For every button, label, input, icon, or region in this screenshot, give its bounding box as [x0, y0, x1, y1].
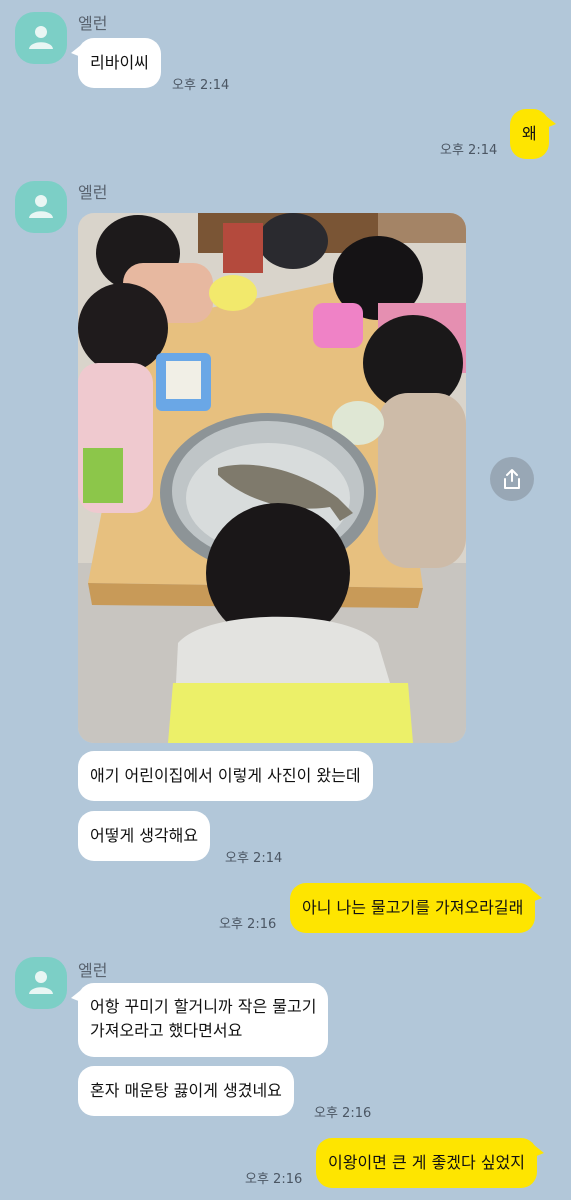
- contact-avatar[interactable]: [15, 181, 67, 233]
- message-line: 가져오라고 했다면서요: [90, 1021, 243, 1040]
- message-bubble[interactable]: 애기 어린이집에서 이렇게 사진이 왔는데: [78, 751, 373, 801]
- message-bubble[interactable]: 리바이씨: [71, 38, 161, 88]
- message-bubble[interactable]: 어떻게 생각해요: [78, 811, 211, 861]
- message-bubble[interactable]: 아니 나는 물고기를 가져오라길래: [290, 883, 543, 933]
- person-icon: [29, 195, 53, 218]
- message-time: 오후 2:16: [245, 1172, 303, 1187]
- message-time: 오후 2:14: [440, 143, 498, 158]
- sender-name: 엘런: [78, 183, 108, 202]
- message-time: 오후 2:16: [219, 917, 277, 932]
- share-button[interactable]: [490, 457, 534, 501]
- message-line: 어항 꾸미기 할거니까 작은 물고기: [90, 997, 317, 1016]
- sender-name: 엘런: [78, 961, 108, 980]
- contact-avatar[interactable]: [15, 957, 67, 1009]
- message-bubble[interactable]: 이왕이면 큰 게 좋겠다 싶었지: [316, 1138, 544, 1188]
- sender-name: 엘런: [78, 14, 108, 33]
- person-icon: [29, 26, 53, 49]
- contact-avatar[interactable]: [15, 12, 67, 64]
- shared-photo[interactable]: [78, 213, 466, 743]
- message-bubble[interactable]: 어항 꾸미기 할거니까 작은 물고기 가져오라고 했다면서요: [70, 983, 329, 1057]
- message-time: 오후 2:16: [314, 1106, 372, 1121]
- message-time: 오후 2:14: [172, 78, 230, 93]
- classroom-photo: [78, 213, 466, 743]
- message-time: 오후 2:14: [225, 851, 283, 866]
- person-icon: [29, 971, 53, 994]
- message-bubble[interactable]: 왜: [510, 109, 556, 159]
- message-bubble[interactable]: 혼자 매운탕 끓이게 생겼네요: [78, 1066, 294, 1116]
- share-icon: [504, 469, 520, 489]
